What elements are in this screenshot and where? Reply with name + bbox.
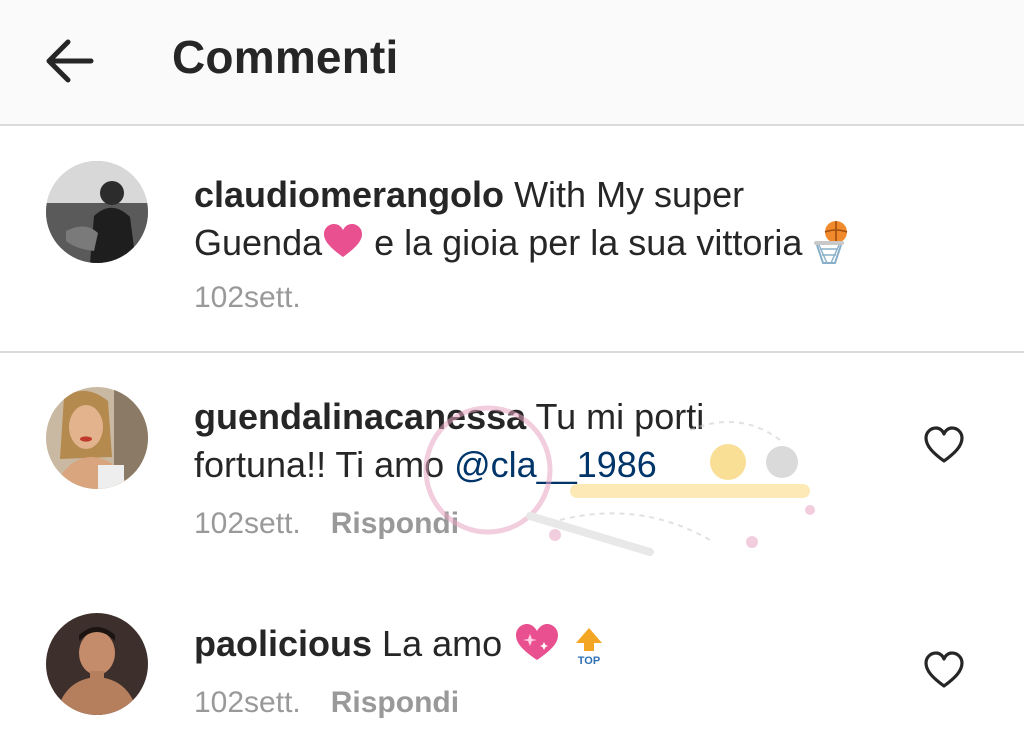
mention-link[interactable]: @cla__1986 xyxy=(454,444,657,485)
comment-body: With My super xyxy=(514,174,745,215)
avatar[interactable] xyxy=(46,613,148,715)
comment-timestamp: 102sett. xyxy=(194,281,301,314)
comment-item: paolicious La amo TOP 102sett. Rispondi xyxy=(0,578,1024,749)
like-button[interactable] xyxy=(922,648,966,692)
avatar[interactable] xyxy=(46,161,148,263)
comment-meta: 102sett. Rispondi xyxy=(194,686,459,720)
sparkling-heart-icon xyxy=(512,620,562,676)
comment-body: Guenda xyxy=(194,222,323,263)
reply-button[interactable]: Rispondi xyxy=(331,507,459,541)
comment-username[interactable]: paolicious xyxy=(194,623,372,664)
basketball-hoop-icon xyxy=(812,219,852,277)
comment-item: claudiomerangolo With My super Guenda e … xyxy=(0,126,1024,351)
comment-username[interactable]: guendalinacanessa xyxy=(194,396,526,437)
arrow-left-icon xyxy=(46,39,94,83)
comment-text: claudiomerangolo With My super Guenda e … xyxy=(194,171,852,277)
comment-meta: 102sett. Rispondi xyxy=(194,507,459,541)
comment-timestamp: 102sett. xyxy=(194,507,301,540)
comment-timestamp: 102sett. xyxy=(194,686,301,719)
page-title: Commenti xyxy=(172,31,399,83)
back-button[interactable] xyxy=(40,33,98,89)
comment-username[interactable]: claudiomerangolo xyxy=(194,174,504,215)
app-header: Commenti xyxy=(0,0,1024,126)
like-button[interactable] xyxy=(922,423,966,467)
comment-body: fortuna!! Ti amo xyxy=(194,444,455,485)
comment-body: e la gioia per la sua vittoria xyxy=(364,222,813,263)
avatar[interactable] xyxy=(46,387,148,489)
comment-text: guendalinacanessa Tu mi porti fortuna!! … xyxy=(194,393,704,489)
heart-outline-icon xyxy=(924,426,964,463)
heart-icon xyxy=(322,223,364,271)
comment-body: La amo xyxy=(382,623,513,664)
comment-body: Tu mi porti xyxy=(535,396,705,437)
heart-outline-icon xyxy=(924,651,964,688)
comment-item: guendalinacanessa Tu mi porti fortuna!! … xyxy=(0,353,1024,578)
top-arrow-icon: TOP xyxy=(572,626,606,678)
reply-button[interactable]: Rispondi xyxy=(331,686,459,720)
comment-text: paolicious La amo TOP xyxy=(194,620,606,678)
comment-meta: 102sett. xyxy=(194,281,301,315)
top-label: TOP xyxy=(578,655,600,666)
